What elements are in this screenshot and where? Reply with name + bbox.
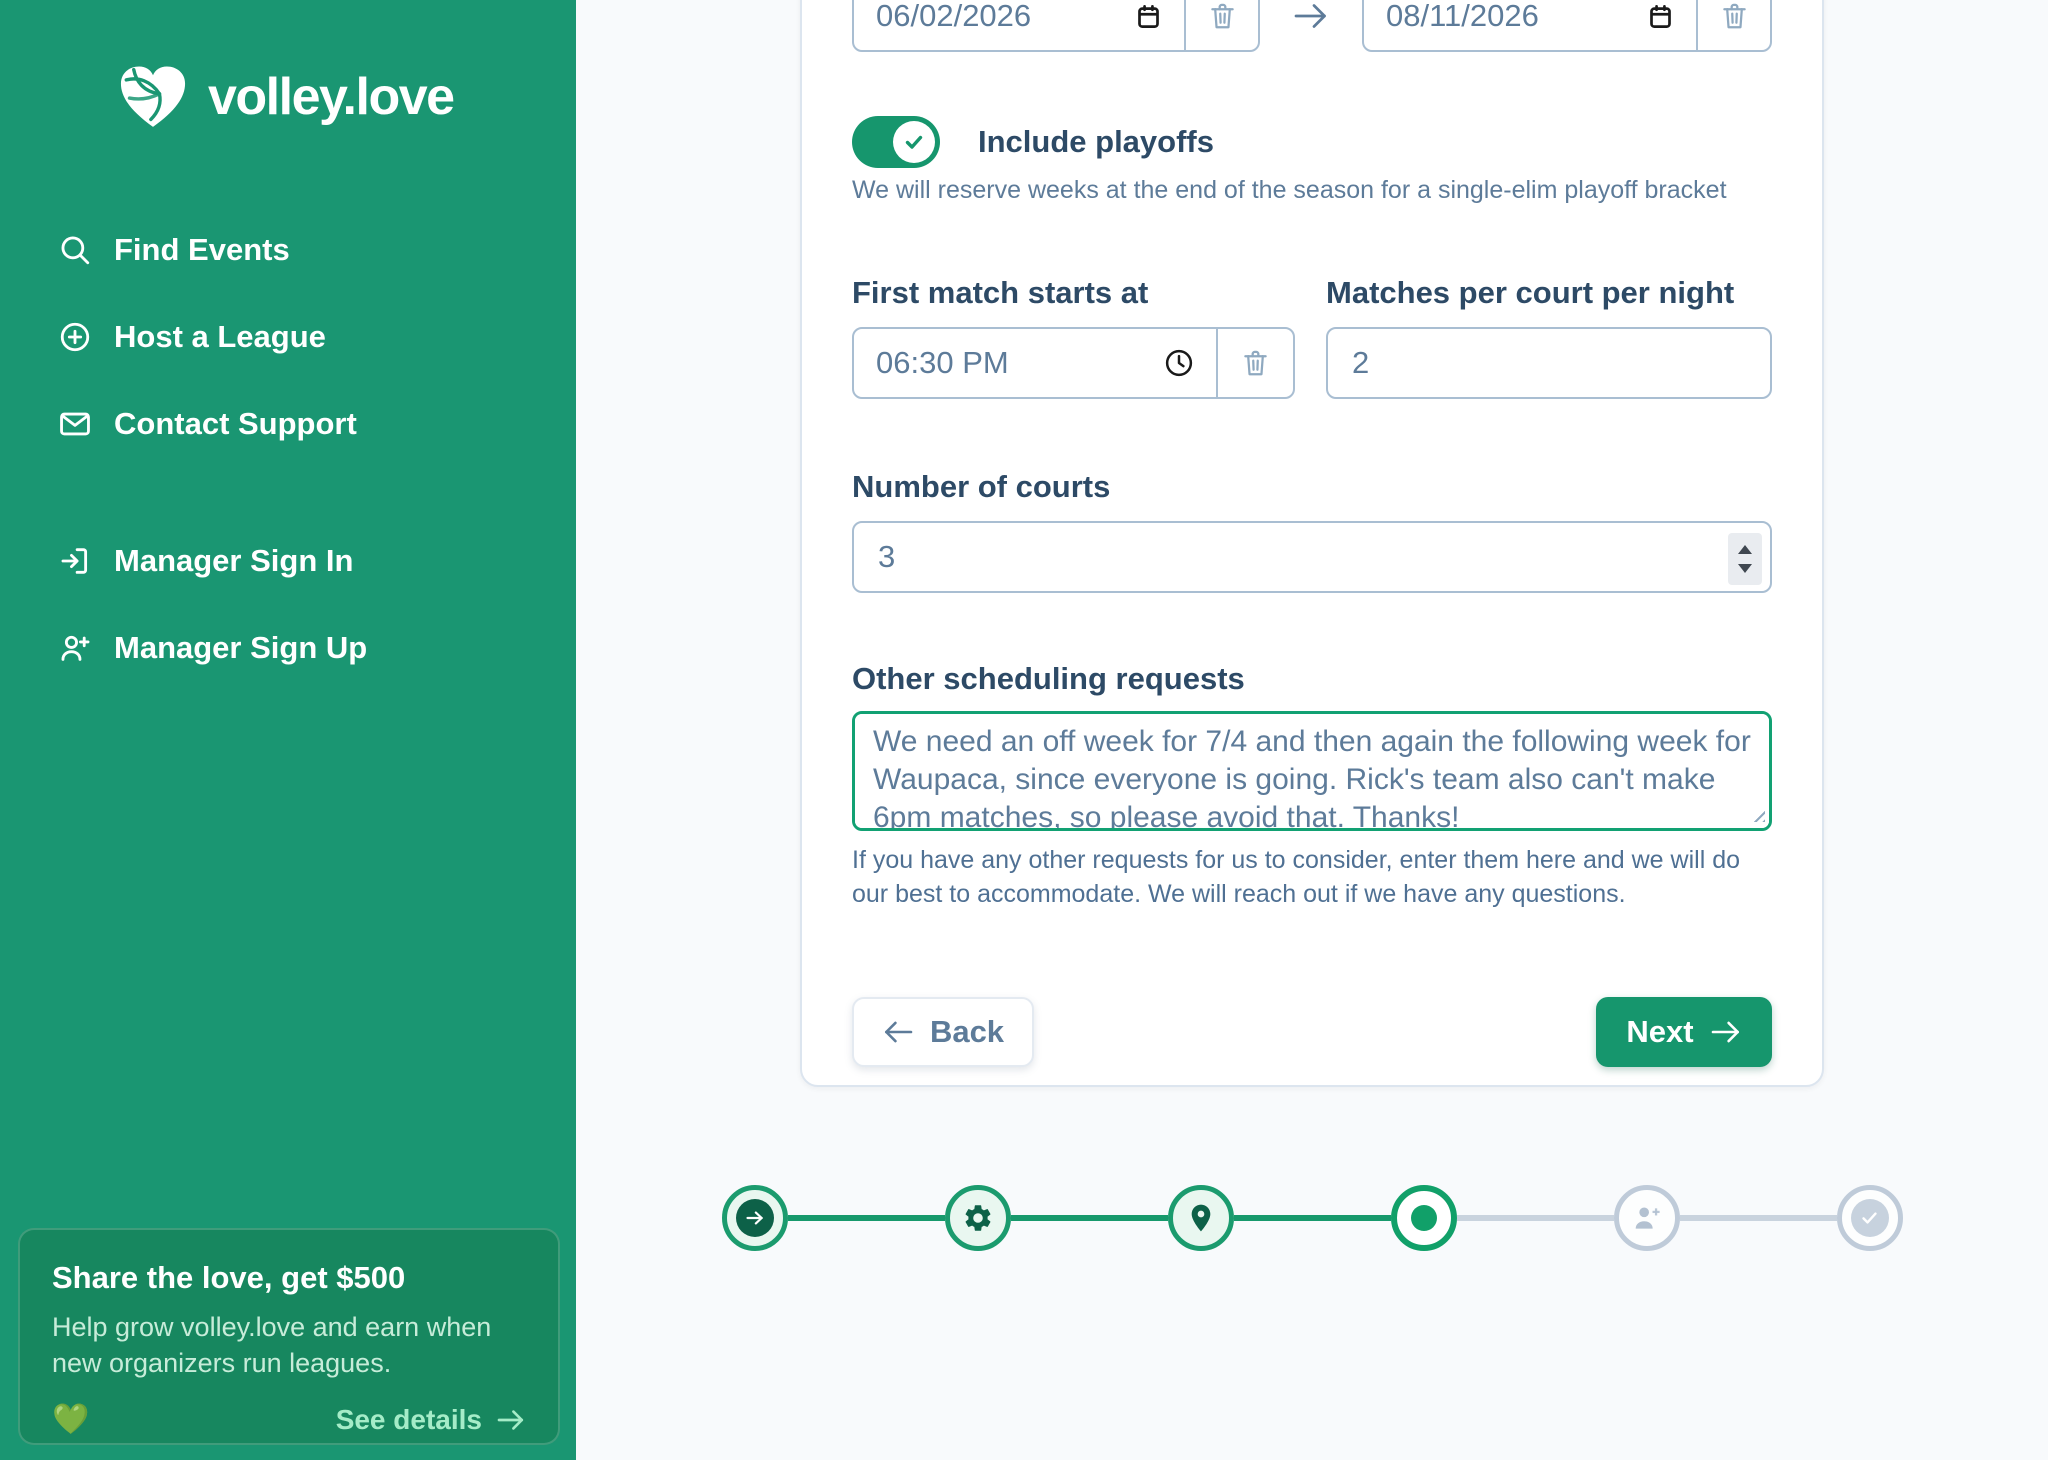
see-details-link[interactable]: See details — [336, 1404, 526, 1436]
calendar-icon[interactable] — [1647, 2, 1674, 31]
sidebar-item-label: Manager Sign Up — [114, 630, 367, 666]
other-requests-textarea[interactable]: We need an off week for 7/4 and then aga… — [852, 711, 1772, 831]
first-match-label: First match starts at — [852, 275, 1295, 311]
matches-per-court-input[interactable]: 2 — [1326, 327, 1772, 399]
start-date-input[interactable]: 06/02/2026 — [854, 0, 1184, 50]
mail-icon — [58, 407, 92, 441]
sidebar-item-label: Find Events — [114, 232, 290, 268]
main-content: 06/02/2026 08/11/20 — [576, 0, 2048, 1460]
volleyball-heart-icon — [118, 66, 188, 128]
referral-promo-card: Share the love, get $500 Help grow volle… — [18, 1228, 560, 1445]
trash-icon — [1242, 348, 1269, 379]
person-plus-icon — [58, 631, 92, 665]
schedule-form-card: 06/02/2026 08/11/20 — [800, 0, 1824, 1087]
primary-nav: Find Events Host a League Contact Suppor… — [0, 206, 576, 467]
sign-in-icon — [58, 544, 92, 578]
clock-icon[interactable] — [1164, 348, 1194, 378]
next-label: Next — [1626, 1014, 1693, 1050]
sidebar-item-label: Contact Support — [114, 406, 357, 442]
arrow-left-icon — [882, 1019, 914, 1045]
step-settings[interactable] — [945, 1185, 1011, 1251]
sidebar-item-manager-sign-up[interactable]: Manager Sign Up — [0, 604, 576, 691]
stepper-down-icon[interactable] — [1738, 564, 1752, 573]
end-date-value: 08/11/2026 — [1386, 0, 1539, 34]
include-playoffs-label: Include playoffs — [978, 124, 1214, 160]
arrow-right-icon — [496, 1408, 526, 1432]
stepper-connector — [1680, 1215, 1837, 1221]
include-playoffs-row: Include playoffs — [852, 116, 1772, 168]
logo-text: volley.love — [208, 67, 454, 127]
courts-field: Number of courts 3 — [852, 469, 1772, 593]
matches-per-court-value: 2 — [1352, 345, 1369, 381]
stepper-connector — [1457, 1215, 1614, 1221]
arrow-right-icon — [736, 1199, 774, 1237]
person-plus-icon — [1630, 1201, 1664, 1235]
stepper-connector — [1234, 1215, 1391, 1221]
search-icon — [58, 233, 92, 267]
start-date-group: 06/02/2026 — [852, 0, 1260, 52]
toggle-knob — [893, 121, 935, 163]
promo-body: Help grow volley.love and earn when new … — [52, 1310, 526, 1382]
stepper-up-icon[interactable] — [1738, 545, 1752, 554]
sidebar-item-host-league[interactable]: Host a League — [0, 293, 576, 380]
clear-start-date-button[interactable] — [1184, 0, 1258, 50]
next-button[interactable]: Next — [1596, 997, 1772, 1067]
first-match-field: First match starts at 06:30 PM — [852, 275, 1295, 399]
matches-per-court-label: Matches per court per night — [1326, 275, 1772, 311]
first-match-time-input[interactable]: 06:30 PM — [854, 329, 1216, 397]
current-step-dot — [1411, 1205, 1437, 1231]
secondary-nav: Manager Sign In Manager Sign Up — [0, 517, 576, 691]
include-playoffs-toggle[interactable] — [852, 116, 940, 168]
step-schedule-current[interactable] — [1391, 1185, 1457, 1251]
first-match-time-value: 06:30 PM — [876, 345, 1009, 381]
step-people[interactable] — [1614, 1185, 1680, 1251]
see-details-label: See details — [336, 1404, 482, 1436]
green-heart-icon: 💚 — [52, 1405, 89, 1435]
sidebar-item-label: Host a League — [114, 319, 326, 355]
matches-per-court-field: Matches per court per night 2 — [1326, 275, 1772, 399]
calendar-icon[interactable] — [1135, 2, 1162, 31]
sidebar-item-contact-support[interactable]: Contact Support — [0, 380, 576, 467]
courts-label: Number of courts — [852, 469, 1772, 505]
location-pin-icon — [1185, 1202, 1217, 1234]
step-location[interactable] — [1168, 1185, 1234, 1251]
step-review[interactable] — [1837, 1185, 1903, 1251]
check-icon — [903, 131, 925, 153]
check-icon — [1851, 1199, 1889, 1237]
promo-title: Share the love, get $500 — [52, 1260, 526, 1296]
sidebar: volley.love Find Events Host a League Co… — [0, 0, 576, 1460]
sidebar-item-find-events[interactable]: Find Events — [0, 206, 576, 293]
progress-stepper — [576, 1185, 2048, 1251]
plus-circle-icon — [58, 320, 92, 354]
other-requests-helper: If you have any other requests for us to… — [852, 843, 1772, 911]
other-requests-label: Other scheduling requests — [852, 661, 1772, 697]
date-range-arrow-icon — [1291, 1, 1331, 31]
stepper-connector — [1011, 1215, 1168, 1221]
first-match-group: 06:30 PM — [852, 327, 1295, 399]
end-date-input[interactable]: 08/11/2026 — [1364, 0, 1696, 50]
sidebar-item-label: Manager Sign In — [114, 543, 353, 579]
end-date-group: 08/11/2026 — [1362, 0, 1772, 52]
start-date-value: 06/02/2026 — [876, 0, 1031, 34]
time-and-matches-row: First match starts at 06:30 PM — [852, 275, 1772, 399]
playoffs-description: We will reserve weeks at the end of the … — [852, 176, 1772, 205]
back-label: Back — [930, 1014, 1004, 1050]
trash-icon — [1721, 1, 1748, 32]
step-start[interactable] — [722, 1185, 788, 1251]
gear-icon — [962, 1202, 994, 1234]
clear-time-button[interactable] — [1216, 329, 1293, 397]
trash-icon — [1209, 1, 1236, 32]
sidebar-item-manager-sign-in[interactable]: Manager Sign In — [0, 517, 576, 604]
clear-end-date-button[interactable] — [1696, 0, 1770, 50]
back-button[interactable]: Back — [852, 997, 1034, 1067]
other-requests-field: Other scheduling requests We need an off… — [852, 661, 1772, 911]
arrow-right-icon — [1710, 1019, 1742, 1045]
season-date-range: 06/02/2026 08/11/20 — [852, 0, 1772, 52]
courts-input[interactable]: 3 — [852, 521, 1772, 593]
logo[interactable]: volley.love — [0, 0, 576, 128]
stepper-connector — [788, 1215, 945, 1221]
courts-value: 3 — [878, 539, 895, 575]
form-actions: Back Next — [852, 997, 1772, 1067]
number-stepper[interactable] — [1728, 533, 1762, 585]
